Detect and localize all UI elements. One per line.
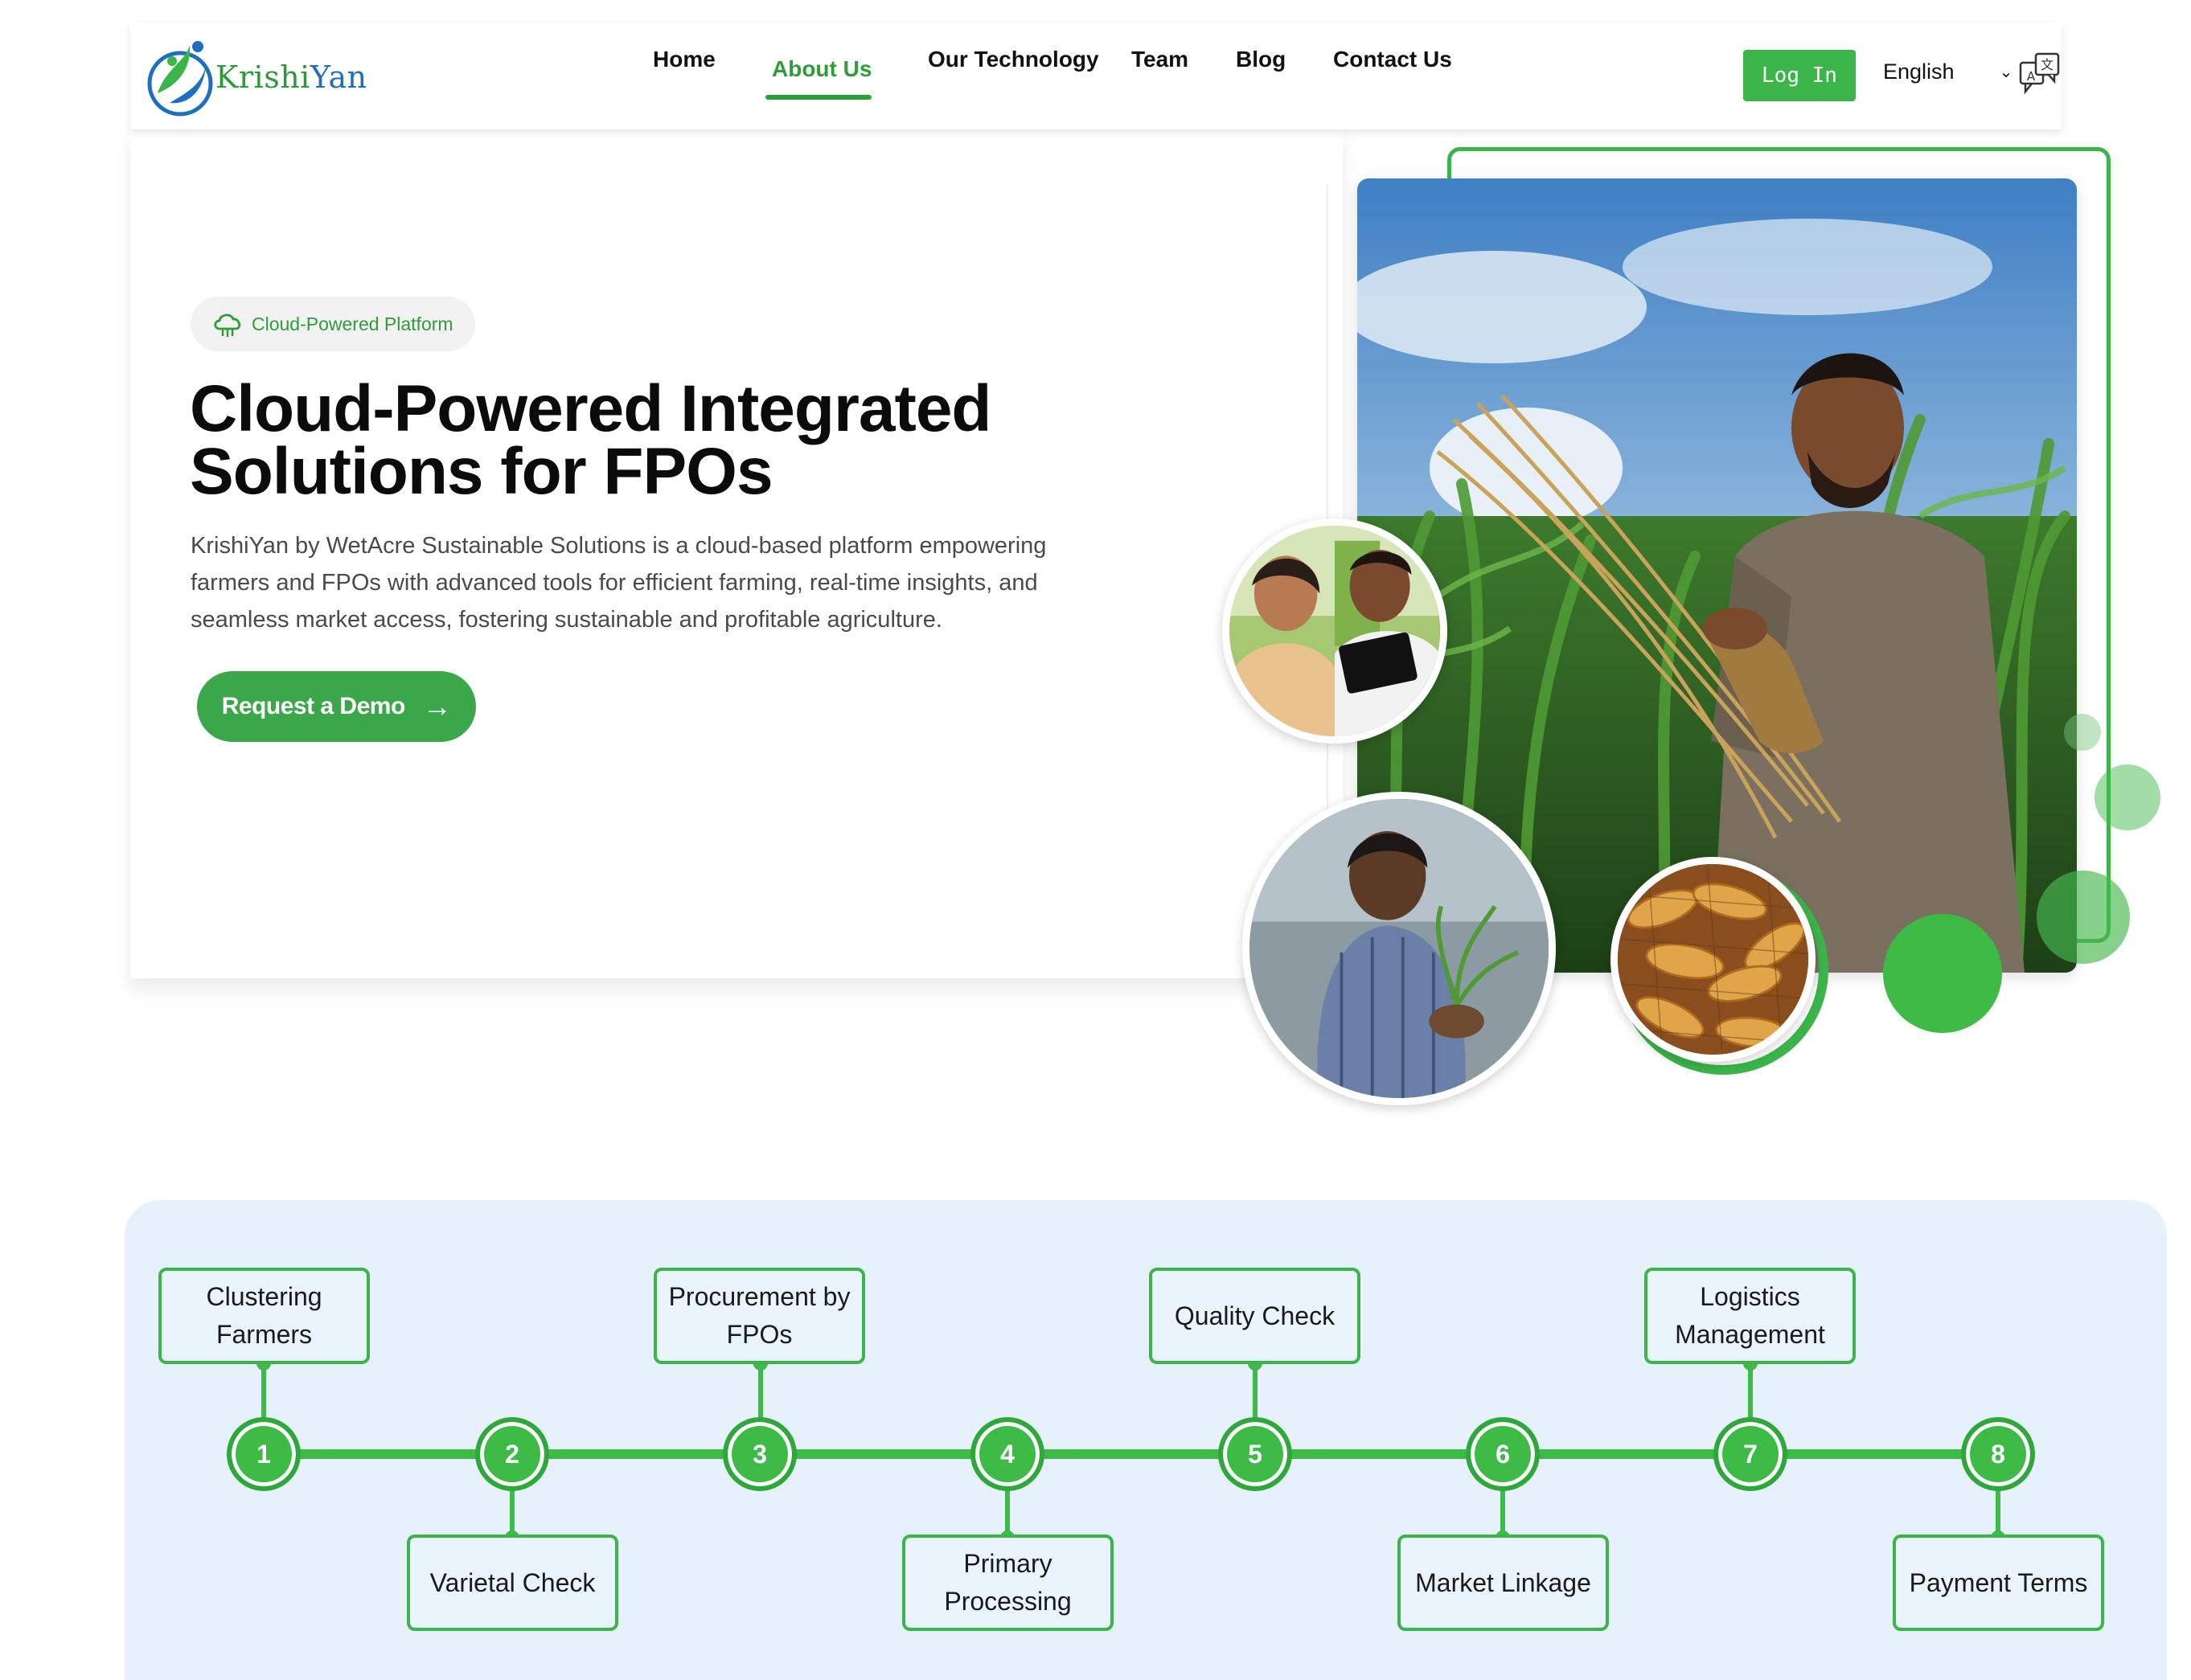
- language-label: English: [1883, 59, 1955, 84]
- step-label-procurement: Procurement by FPOs: [654, 1268, 865, 1364]
- platform-badge: Cloud-Powered Platform: [191, 297, 475, 351]
- nav-team[interactable]: Team: [1131, 47, 1188, 72]
- svg-text:文: 文: [2041, 57, 2054, 72]
- step-node-7: 7: [1713, 1417, 1787, 1491]
- nav-about-us[interactable]: About Us: [772, 56, 872, 82]
- step-node-1: 1: [227, 1417, 301, 1491]
- decorative-dot: [2064, 714, 2101, 751]
- active-nav-indicator: [765, 95, 872, 100]
- step-label-logistics-management: Logistics Management: [1644, 1268, 1856, 1364]
- site-header: KrishiYan Home About Us Our Technology T…: [130, 23, 2062, 129]
- timeline-connector: [1748, 1362, 1753, 1419]
- timeline-connector: [758, 1362, 763, 1419]
- farmer-holding-seedlings-photo: [1242, 792, 1556, 1105]
- translate-icon[interactable]: 文 A: [2018, 51, 2062, 95]
- farmers-with-tablet-photo: [1222, 518, 1447, 744]
- svg-text:A: A: [2027, 69, 2036, 84]
- step-label-market-linkage: Market Linkage: [1397, 1535, 1609, 1631]
- decorative-dot: [2037, 871, 2130, 964]
- timeline-connector: [1253, 1362, 1258, 1419]
- nav-blog[interactable]: Blog: [1236, 47, 1286, 72]
- badge-label: Cloud-Powered Platform: [252, 313, 453, 334]
- step-node-3: 3: [723, 1417, 797, 1491]
- timeline-connector: [261, 1362, 266, 1419]
- step-label-clustering-farmers: Clustering Farmers: [158, 1268, 370, 1364]
- chevron-down-icon: ⌄: [1999, 64, 2013, 81]
- nav-contact-us[interactable]: Contact Us: [1333, 47, 1452, 72]
- hero-description: KrishiYan by WetAcre Sustainable Solutio…: [191, 533, 1047, 633]
- decorative-dot: [2095, 764, 2160, 830]
- step-node-2: 2: [475, 1417, 549, 1491]
- nav-our-technology[interactable]: Our Technology: [928, 47, 1099, 72]
- step-label-payment-terms: Payment Terms: [1893, 1535, 2104, 1631]
- step-node-5: 5: [1218, 1417, 1292, 1491]
- arrow-right-icon: →: [422, 690, 452, 723]
- corn-cobs-photo: [1610, 857, 1816, 1062]
- step-label-varietal-check: Varietal Check: [407, 1535, 618, 1631]
- brand-logo[interactable]: KrishiYan: [142, 37, 367, 117]
- step-node-6: 6: [1466, 1417, 1540, 1491]
- brand-name-part1: Krishi: [215, 59, 310, 95]
- step-label-quality-check: Quality Check: [1149, 1268, 1360, 1364]
- nav-home[interactable]: Home: [653, 47, 716, 72]
- hero-title-line2: Solutions for FPOs: [190, 435, 773, 508]
- step-node-8: 8: [1961, 1417, 2035, 1491]
- login-button[interactable]: Log In: [1743, 50, 1856, 101]
- brand-name-part2: Yan: [310, 59, 367, 95]
- request-demo-label: Request a Demo: [221, 693, 406, 719]
- decorative-dot: [1883, 914, 2002, 1033]
- step-node-4: 4: [970, 1417, 1044, 1491]
- step-label-primary-processing: Primary Processing: [902, 1535, 1114, 1631]
- language-select[interactable]: English ⌄: [1883, 59, 2013, 84]
- request-demo-button[interactable]: Request a Demo →: [197, 671, 476, 742]
- hero-title: Cloud-Powered Integrated Solutions for F…: [190, 376, 1195, 505]
- brand-name: KrishiYan: [215, 59, 367, 95]
- logo-icon: [147, 41, 213, 117]
- cloud-icon: [214, 313, 241, 337]
